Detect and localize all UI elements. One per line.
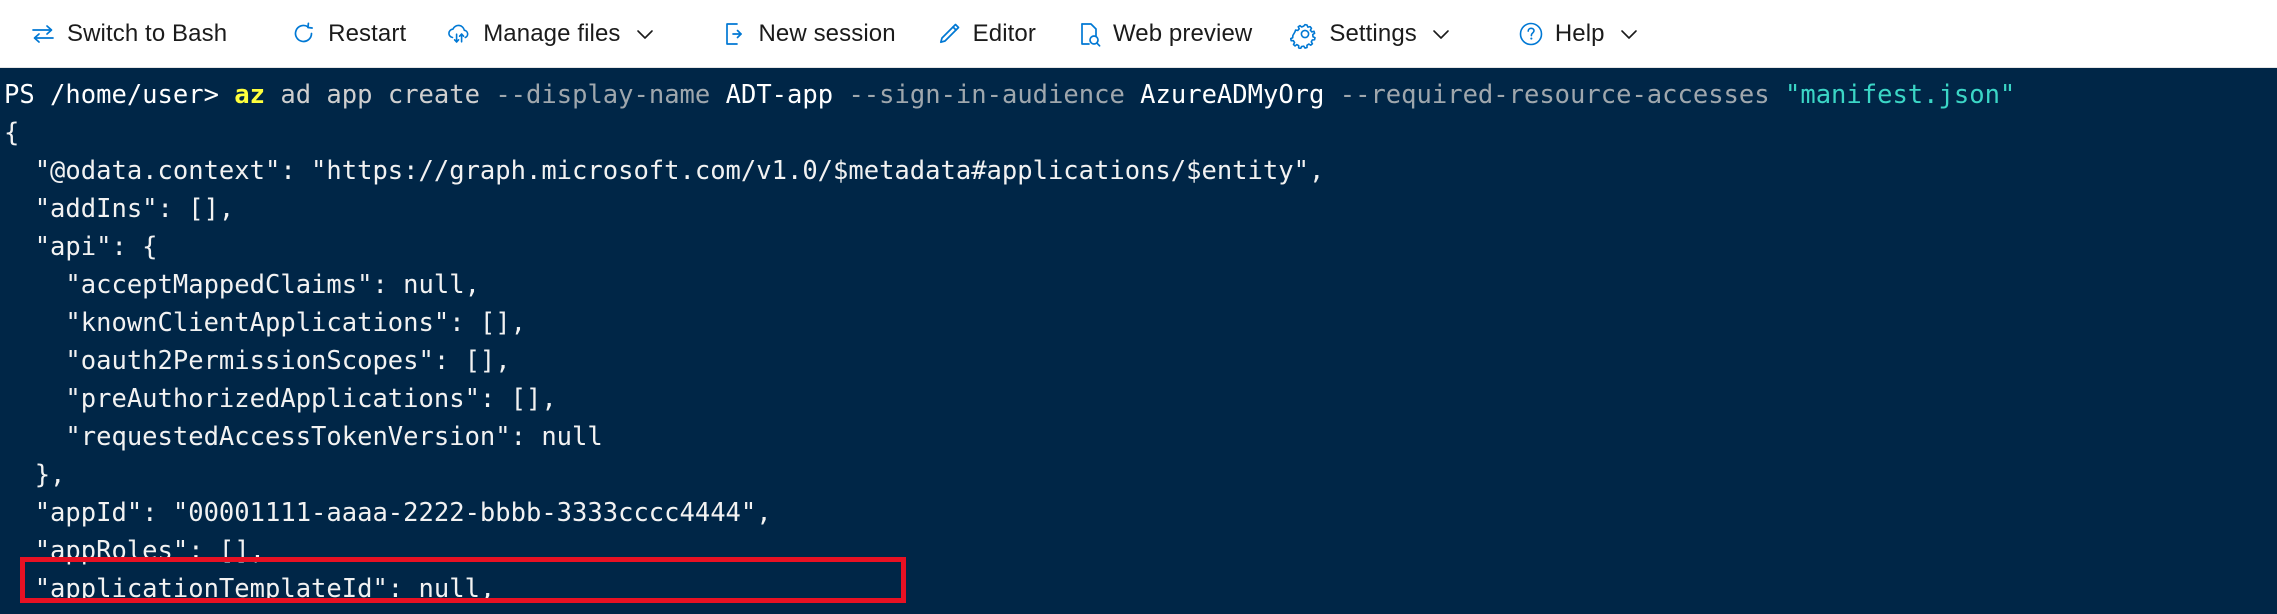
terminal-output-line: "requestedAccessTokenVersion": null: [4, 422, 603, 452]
toolbar-button-settings[interactable]: Settings: [1276, 11, 1468, 57]
chevron-down-icon[interactable]: [632, 21, 658, 47]
question-circle-icon: [1516, 19, 1546, 49]
toolbar-label: Help: [1554, 19, 1605, 47]
toolbar-label: New session: [758, 19, 896, 47]
terminal-output-line: "preAuthorizedApplications": [],: [4, 384, 557, 414]
toolbar-button-help[interactable]: Help: [1502, 11, 1656, 57]
toolbar-button-web-preview[interactable]: Web preview: [1060, 11, 1266, 57]
toolbar-label: Restart: [328, 19, 407, 47]
web-preview-icon: [1074, 19, 1104, 49]
terminal-output-line: {: [4, 118, 20, 148]
new-session-icon: [720, 19, 750, 49]
pencil-icon: [934, 19, 964, 49]
switch-arrows-icon: [28, 19, 58, 49]
command-name: az: [234, 80, 266, 110]
chevron-down-icon[interactable]: [1428, 21, 1454, 47]
command-flag-display-name: --display-name: [495, 80, 711, 110]
toolbar-label: Web preview: [1112, 19, 1253, 47]
toolbar-button-new-session[interactable]: New session: [706, 11, 910, 57]
toolbar-label: Manage files: [483, 19, 621, 47]
command-value-sign-in-audience: AzureADMyOrg: [1140, 80, 1325, 110]
command-value-display-name: ADT-app: [725, 80, 834, 110]
terminal-output-line: "addIns": [],: [4, 194, 235, 224]
gear-icon: [1290, 19, 1320, 49]
toolbar-label: Switch to Bash: [67, 19, 228, 47]
terminal-output-line-appid: "appId": "00001111-aaaa-2222-bbbb-3333cc…: [4, 498, 772, 528]
terminal-output-line: "applicationTemplateId": null,: [4, 574, 496, 604]
command-value-manifest-file: "manifest.json": [1784, 80, 2016, 110]
terminal-command-line: PS /home/user> az ad app create --displa…: [0, 76, 2277, 114]
toolbar-button-restart[interactable]: Restart: [275, 11, 420, 57]
toolbar-button-manage-files[interactable]: Manage files: [430, 11, 671, 57]
toolbar-label: Settings: [1329, 19, 1417, 47]
command-flag-required-resource-accesses: --required-resource-accesses: [1339, 80, 1770, 110]
terminal-output-line: "api": {: [4, 232, 158, 262]
terminal-output-line: "@odata.context": "https://graph.microso…: [4, 156, 1325, 186]
terminal-output-line: "acceptMappedClaims": null,: [4, 270, 480, 300]
toolbar-label: Editor: [972, 19, 1036, 47]
restart-icon: [289, 19, 319, 49]
cloud-upload-download-icon: [444, 19, 474, 49]
toolbar-button-switch-to-bash[interactable]: Switch to Bash: [14, 11, 241, 57]
chevron-down-icon[interactable]: [1616, 21, 1642, 47]
terminal-output-line: "knownClientApplications": [],: [4, 308, 526, 338]
terminal-output-line: "appRoles": [],: [4, 536, 265, 566]
command-subcommands: ad app create: [280, 80, 480, 110]
toolbar-button-editor[interactable]: Editor: [920, 11, 1050, 57]
command-flag-sign-in-audience: --sign-in-audience: [848, 80, 1125, 110]
terminal-output-line: },: [4, 460, 66, 490]
shell-prompt: PS /home/user>: [4, 80, 219, 110]
terminal-output-line: "oauth2PermissionScopes": [],: [4, 346, 511, 376]
cloud-shell-toolbar: Switch to Bash Restart Manage files New …: [0, 0, 2277, 68]
cloud-shell-terminal[interactable]: PS /home/user> az ad app create --displa…: [0, 68, 2277, 614]
